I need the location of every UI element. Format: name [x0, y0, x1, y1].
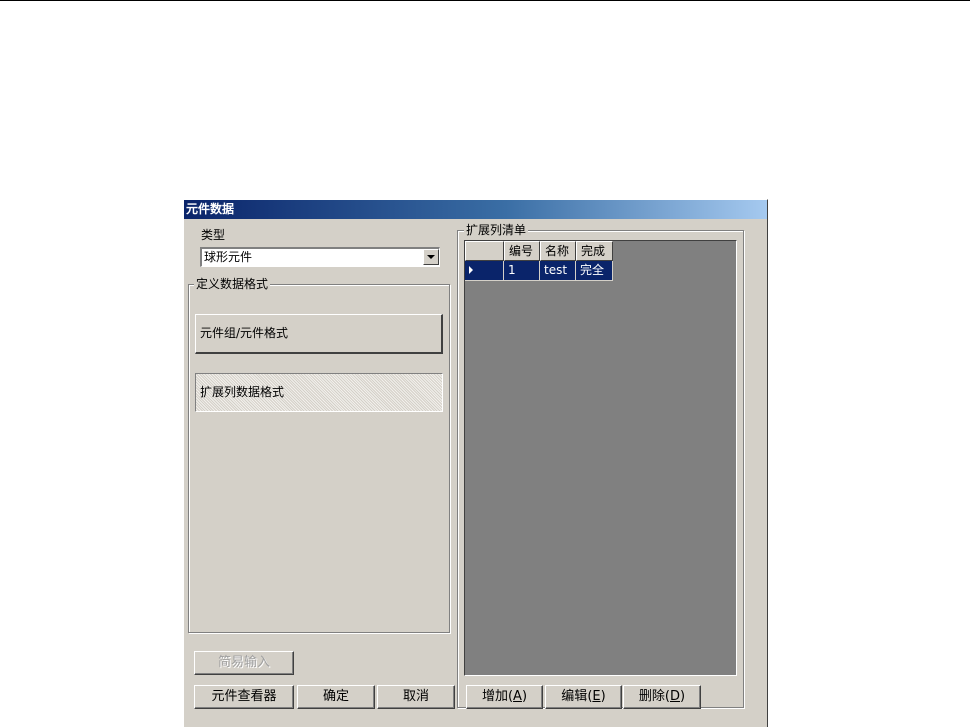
column-header-name[interactable]: 名称 [540, 241, 576, 261]
cell-name[interactable]: test [540, 261, 576, 281]
edit-button[interactable]: 编辑(E) [545, 685, 622, 709]
edit-button-label: 编辑 [561, 689, 588, 704]
edit-button-hotkey: E [592, 689, 601, 704]
component-data-dialog: 元件数据 类型 球形元件 定义数据格式 元件组/元件格式 扩展列数据格式 扩展列… [183, 199, 768, 727]
component-group-format-button[interactable]: 元件组/元件格式 [195, 314, 443, 354]
define-format-group-title: 定义数据格式 [194, 277, 271, 291]
delete-button-label: 删除 [638, 689, 665, 704]
row-pointer-icon [469, 266, 473, 274]
delete-button-hotkey: D [670, 689, 681, 704]
screen-top-border [0, 0, 970, 1]
chevron-down-icon [427, 255, 435, 259]
type-select-value: 球形元件 [204, 250, 253, 264]
type-select[interactable]: 球形元件 [200, 247, 440, 267]
type-label: 类型 [201, 228, 226, 242]
cell-status[interactable]: 完全 [576, 261, 613, 281]
component-viewer-button[interactable]: 元件查看器 [194, 685, 294, 709]
dialog-title: 元件数据 [184, 200, 767, 219]
extension-column-grid[interactable]: 编号 名称 完成 1 test 完全 [464, 240, 737, 676]
delete-button[interactable]: 删除(D) [623, 685, 701, 709]
cancel-button[interactable]: 取消 [377, 685, 455, 709]
simple-input-button[interactable]: 简易输入 [194, 651, 294, 675]
column-header-id[interactable]: 编号 [504, 241, 540, 261]
type-select-dropdown-button[interactable] [423, 249, 439, 265]
grid-corner-header [465, 241, 504, 261]
add-button[interactable]: 增加(A) [466, 685, 543, 709]
extension-list-group-title: 扩展列清单 [464, 223, 529, 237]
row-header[interactable] [465, 261, 504, 281]
column-header-status[interactable]: 完成 [576, 241, 613, 261]
extension-column-format-button[interactable]: 扩展列数据格式 [195, 373, 443, 412]
cell-id[interactable]: 1 [504, 261, 540, 281]
add-button-hotkey: A [513, 689, 522, 704]
ok-button[interactable]: 确定 [297, 685, 375, 709]
add-button-label: 增加 [481, 689, 508, 704]
